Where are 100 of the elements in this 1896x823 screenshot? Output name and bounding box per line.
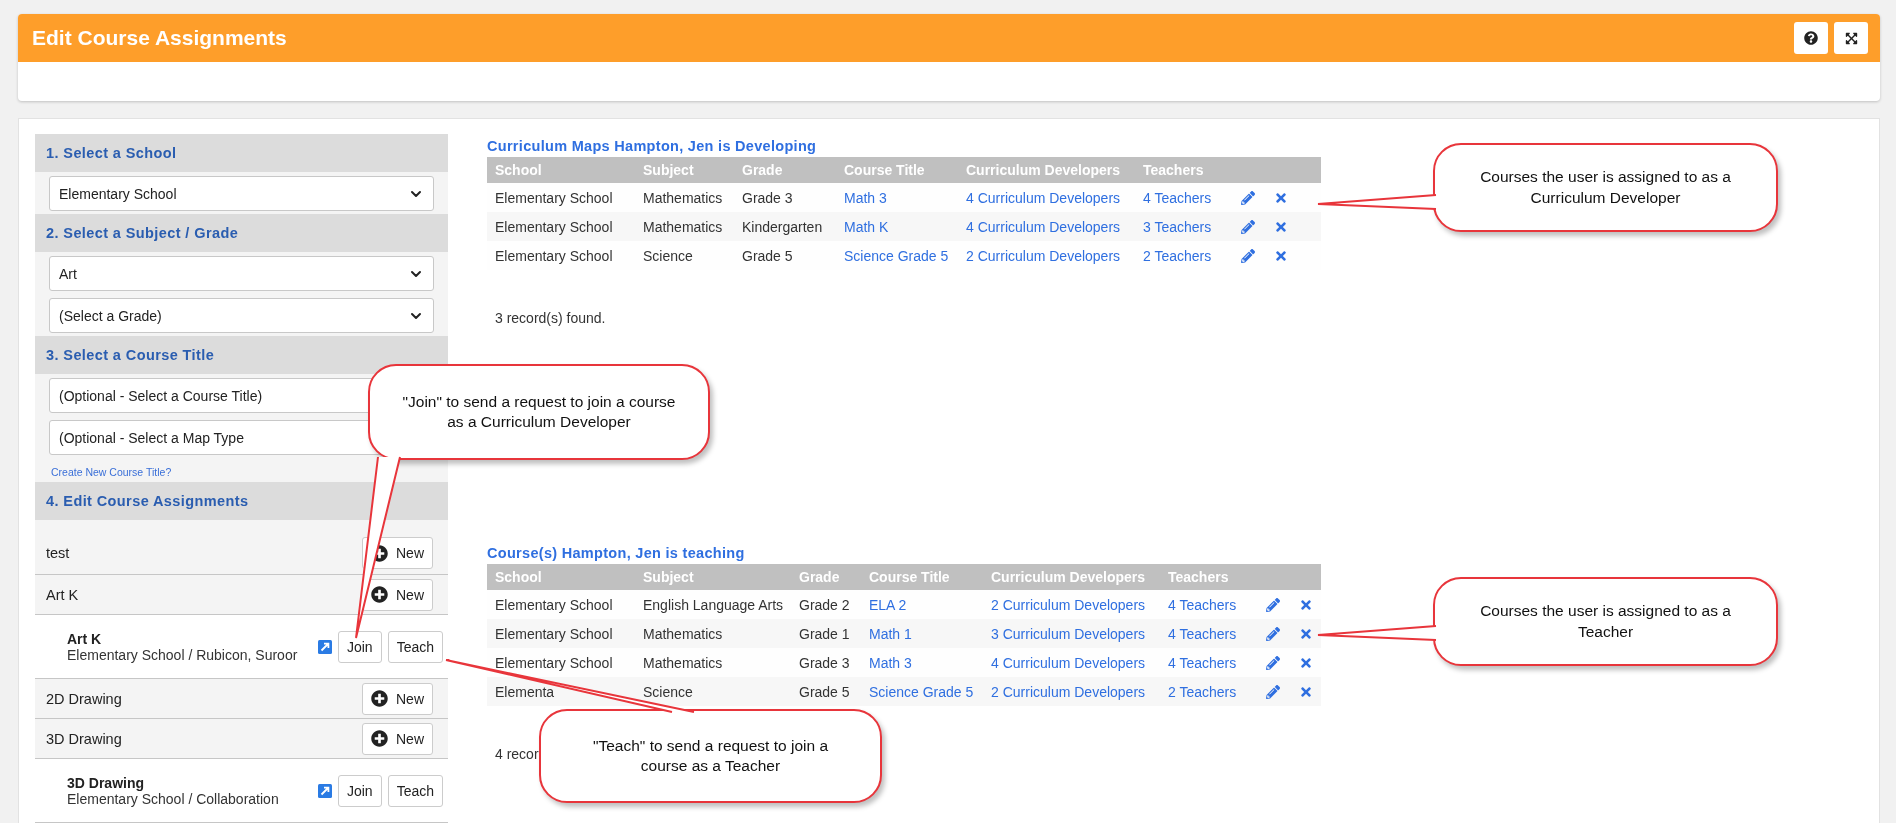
new-button[interactable]: New xyxy=(362,722,433,755)
table-cell: Grade 5 xyxy=(799,684,850,699)
table-link[interactable]: Math K xyxy=(844,219,889,234)
table-cell: Grade 3 xyxy=(799,655,850,670)
table-cell: Kindergarten xyxy=(742,219,823,234)
column-header: Teachers xyxy=(1143,162,1204,178)
column-header: Subject xyxy=(643,162,694,178)
section-heading: 4. Edit Course Assignments xyxy=(35,482,448,520)
table-cell: Grade 1 xyxy=(799,626,850,641)
record-count: 4 recor xyxy=(495,746,539,762)
table-link[interactable]: 4 Curriculum Developers xyxy=(966,219,1121,234)
table-cell: Elementary School xyxy=(495,248,613,263)
help-button[interactable] xyxy=(1794,22,1828,54)
course-group-title: 3D Drawing xyxy=(46,730,122,747)
delete-icon[interactable] xyxy=(1299,597,1313,612)
table-cell: Elementary School xyxy=(495,190,613,205)
table-link[interactable]: Math 3 xyxy=(869,655,912,670)
table-link[interactable]: Science Grade 5 xyxy=(869,684,974,699)
external-link-icon[interactable] xyxy=(317,783,332,798)
record-count: 3 record(s) found. xyxy=(495,310,606,326)
section-heading: 1. Select a School xyxy=(35,134,448,172)
table-cell: Elementary School xyxy=(495,597,613,612)
table-link[interactable]: 2 Teachers xyxy=(1168,684,1237,699)
course-title: Art K xyxy=(67,630,103,647)
delete-icon[interactable] xyxy=(1274,190,1288,205)
delete-icon[interactable] xyxy=(1299,626,1313,641)
delete-icon[interactable] xyxy=(1299,684,1313,699)
table-cell: Grade 3 xyxy=(742,190,793,205)
edit-icon[interactable] xyxy=(1241,219,1255,234)
column-header: Grade xyxy=(799,569,840,585)
callout-tooltip: Courses the user is assigned to as a Curriculum Developer xyxy=(1433,143,1778,232)
table-link[interactable]: 4 Curriculum Developers xyxy=(991,655,1146,670)
edit-icon[interactable] xyxy=(1241,248,1255,263)
table-cell: Grade 5 xyxy=(742,248,793,263)
table-cell: Elementary School xyxy=(495,626,613,641)
table-cell: Mathematics xyxy=(643,219,723,234)
external-link-icon[interactable] xyxy=(317,639,332,654)
table-link[interactable]: Science Grade 5 xyxy=(844,248,949,263)
table-link[interactable]: 2 Curriculum Developers xyxy=(991,597,1146,612)
dropdown[interactable]: Elementary School xyxy=(49,176,434,211)
page-title: Edit Course Assignments xyxy=(32,26,287,50)
table-cell: Mathematics xyxy=(643,626,723,641)
fullscreen-button[interactable] xyxy=(1834,22,1868,54)
delete-icon[interactable] xyxy=(1274,219,1288,234)
column-header: Curriculum Developers xyxy=(966,162,1121,178)
course-group-title: 2D Drawing xyxy=(46,690,122,707)
dropdown[interactable]: Art xyxy=(49,256,434,291)
course-group-title: Art K xyxy=(46,586,79,603)
table-link[interactable]: 4 Curriculum Developers xyxy=(966,190,1121,205)
table-link[interactable]: 2 Teachers xyxy=(1143,248,1212,263)
plus-icon xyxy=(371,690,388,707)
section-heading: 3. Select a Course Title xyxy=(35,336,448,374)
table-cell: Grade 2 xyxy=(799,597,850,612)
create-course-link[interactable]: Create New Course Title? xyxy=(35,458,448,482)
table-link[interactable]: ELA 2 xyxy=(869,597,907,612)
column-header: School xyxy=(495,569,542,585)
table-link[interactable]: 2 Curriculum Developers xyxy=(966,248,1121,263)
column-header: School xyxy=(495,162,542,178)
edit-icon[interactable] xyxy=(1241,190,1255,205)
column-header: Grade xyxy=(742,162,783,178)
dropdown[interactable]: (Select a Grade) xyxy=(49,298,434,333)
column-header: Curriculum Developers xyxy=(991,569,1146,585)
table-title: Course(s) Hampton, Jen is teaching xyxy=(487,545,746,561)
table-link[interactable]: 4 Teachers xyxy=(1168,655,1237,670)
table-link[interactable]: 4 Teachers xyxy=(1168,597,1237,612)
join-button[interactable]: Join xyxy=(337,630,382,663)
course-detail: Elementary School / Collaboration xyxy=(67,790,279,807)
table-link[interactable]: Math 1 xyxy=(869,626,912,641)
table-cell: Elementary School xyxy=(495,655,613,670)
table-link[interactable]: 4 Teachers xyxy=(1143,190,1212,205)
teach-button[interactable]: Teach xyxy=(387,630,443,663)
table-link[interactable]: 3 Curriculum Developers xyxy=(991,626,1146,641)
delete-icon[interactable] xyxy=(1274,248,1288,263)
table-link[interactable]: Math 3 xyxy=(844,190,887,205)
plus-icon xyxy=(371,730,388,747)
column-header: Course Title xyxy=(869,569,950,585)
new-button[interactable]: New xyxy=(362,578,433,611)
plus-icon xyxy=(371,586,388,603)
course-title: 3D Drawing xyxy=(67,774,145,791)
table-cell: English Language Arts xyxy=(643,597,784,612)
teach-button[interactable]: Teach xyxy=(387,774,443,807)
table-cell: Science xyxy=(643,248,693,263)
edit-icon[interactable] xyxy=(1266,626,1280,641)
table-link[interactable]: 2 Curriculum Developers xyxy=(991,684,1146,699)
edit-icon[interactable] xyxy=(1266,655,1280,670)
table-link[interactable]: 3 Teachers xyxy=(1143,219,1212,234)
callout-tooltip: "Join" to send a request to join a course as a Curriculum Developer xyxy=(368,364,710,460)
new-button[interactable]: New xyxy=(362,682,433,715)
column-header: Subject xyxy=(643,569,694,585)
join-button[interactable]: Join xyxy=(337,774,382,807)
table-cell: Elementa xyxy=(495,684,555,699)
delete-icon[interactable] xyxy=(1299,655,1313,670)
edit-icon[interactable] xyxy=(1266,684,1280,699)
table-cell: Elementary School xyxy=(495,219,613,234)
expand-icon xyxy=(1844,31,1858,45)
table-cell: Mathematics xyxy=(643,190,723,205)
edit-icon[interactable] xyxy=(1266,597,1280,612)
table-title: Curriculum Maps Hampton, Jen is Developing xyxy=(487,138,818,154)
table-link[interactable]: 4 Teachers xyxy=(1168,626,1237,641)
table-cell: Science xyxy=(643,684,693,699)
